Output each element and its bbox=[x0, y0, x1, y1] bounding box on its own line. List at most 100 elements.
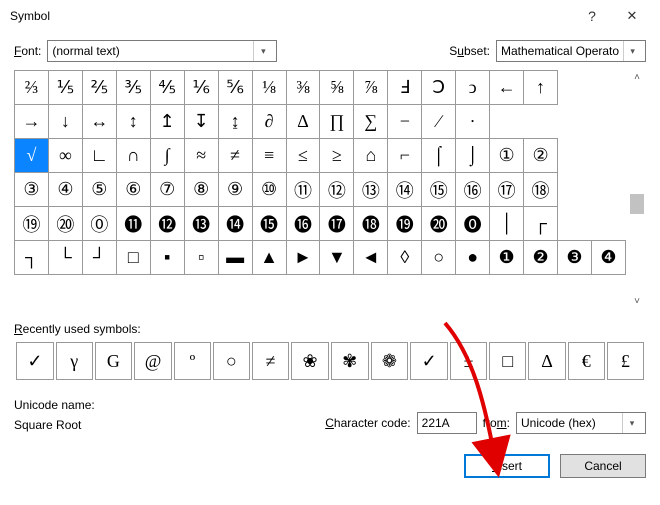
scroll-thumb[interactable] bbox=[630, 194, 644, 214]
symbol-cell[interactable]: ⑳ bbox=[48, 207, 82, 241]
symbol-cell[interactable]: ❹ bbox=[591, 241, 625, 275]
symbol-cell[interactable]: ⑮ bbox=[422, 173, 456, 207]
symbol-cell[interactable]: ⓲ bbox=[354, 207, 388, 241]
symbol-cell[interactable]: ⑬ bbox=[354, 173, 388, 207]
recent-symbol-cell[interactable]: G bbox=[95, 342, 132, 380]
symbol-cell[interactable]: ≤ bbox=[286, 139, 320, 173]
symbol-cell[interactable]: └ bbox=[48, 241, 82, 275]
symbol-cell[interactable]: ⅞ bbox=[354, 71, 388, 105]
symbol-cell[interactable]: ≥ bbox=[320, 139, 354, 173]
symbol-cell[interactable]: ⑩ bbox=[252, 173, 286, 207]
symbol-cell[interactable]: Ⅎ bbox=[388, 71, 422, 105]
symbol-cell[interactable]: ≠ bbox=[218, 139, 252, 173]
symbol-cell[interactable]: ⅘ bbox=[150, 71, 184, 105]
symbol-cell[interactable]: Ↄ bbox=[422, 71, 456, 105]
subset-combo[interactable]: Mathematical Operators ▾ bbox=[496, 40, 646, 62]
symbol-cell[interactable]: ⑤ bbox=[82, 173, 116, 207]
symbol-cell[interactable]: ∑ bbox=[354, 105, 388, 139]
symbol-cell[interactable]: ⅔ bbox=[15, 71, 49, 105]
insert-button[interactable]: Insert bbox=[464, 454, 550, 478]
symbol-cell[interactable]: ● bbox=[456, 241, 490, 275]
symbol-cell[interactable]: ≡ bbox=[252, 139, 286, 173]
recent-symbol-cell[interactable]: ± bbox=[450, 342, 487, 380]
symbol-cell[interactable]: │ bbox=[490, 207, 524, 241]
scroll-down-icon[interactable]: ˅ bbox=[630, 294, 644, 308]
symbol-cell[interactable]: ⌂ bbox=[354, 139, 388, 173]
symbol-cell[interactable]: ⅕ bbox=[48, 71, 82, 105]
from-combo[interactable]: Unicode (hex) ▾ bbox=[516, 412, 646, 434]
symbol-cell[interactable]: ⑭ bbox=[388, 173, 422, 207]
symbol-cell[interactable]: ┐ bbox=[15, 241, 49, 275]
symbol-cell[interactable]: ┌ bbox=[524, 207, 558, 241]
symbol-cell[interactable]: √ bbox=[15, 139, 49, 173]
symbol-cell[interactable]: ∩ bbox=[116, 139, 150, 173]
symbol-cell[interactable]: ① bbox=[490, 139, 524, 173]
symbol-cell[interactable]: ⅙ bbox=[184, 71, 218, 105]
symbol-cell[interactable]: ▪ bbox=[150, 241, 184, 275]
symbol-cell[interactable]: ⓫ bbox=[116, 207, 150, 241]
symbol-cell[interactable]: ↄ bbox=[456, 71, 490, 105]
recent-symbol-cell[interactable]: ❀ bbox=[291, 342, 329, 380]
symbol-cell[interactable]: ▬ bbox=[218, 241, 252, 275]
symbol-cell[interactable]: ◊ bbox=[388, 241, 422, 275]
recent-symbol-cell[interactable]: ○ bbox=[213, 342, 250, 380]
symbol-cell[interactable]: ○ bbox=[422, 241, 456, 275]
symbol-cell[interactable]: ⅖ bbox=[82, 71, 116, 105]
symbol-cell[interactable]: ↕ bbox=[116, 105, 150, 139]
symbol-cell[interactable]: ⅗ bbox=[116, 71, 150, 105]
char-code-input[interactable]: 221A bbox=[417, 412, 477, 434]
help-button[interactable]: ? bbox=[572, 2, 612, 30]
symbol-cell[interactable]: ❷ bbox=[524, 241, 558, 275]
symbol-cell[interactable]: ⓿ bbox=[456, 207, 490, 241]
cancel-button[interactable]: Cancel bbox=[560, 454, 646, 478]
symbol-cell[interactable]: ⑲ bbox=[15, 207, 49, 241]
symbol-cell[interactable]: ▲ bbox=[252, 241, 286, 275]
symbol-cell[interactable]: ⌠ bbox=[422, 139, 456, 173]
symbol-cell[interactable]: ⓴ bbox=[422, 207, 456, 241]
symbol-cell[interactable]: − bbox=[388, 105, 422, 139]
symbol-cell[interactable]: ⓮ bbox=[218, 207, 252, 241]
recent-symbols-grid[interactable]: ✓γG@º○≠❀✾❁✓±□Δ€£ bbox=[14, 340, 646, 382]
symbol-cell[interactable]: ⑥ bbox=[116, 173, 150, 207]
symbol-cell[interactable]: ❸ bbox=[558, 241, 592, 275]
symbol-cell[interactable]: ⑧ bbox=[184, 173, 218, 207]
symbol-grid[interactable]: ⅔⅕⅖⅗⅘⅙⅚⅛⅜⅝⅞ℲↃↄ←↑→↓↔↕↥↧↨∂∆∏∑−∕∙√∞∟∩∫≈≠≡≤≥… bbox=[14, 70, 626, 275]
symbol-cell[interactable]: ⓳ bbox=[388, 207, 422, 241]
symbol-cell[interactable]: ▫ bbox=[184, 241, 218, 275]
symbol-cell[interactable]: ⑪ bbox=[286, 173, 320, 207]
symbol-cell[interactable]: ⑱ bbox=[524, 173, 558, 207]
recent-symbol-cell[interactable]: @ bbox=[134, 342, 172, 380]
symbol-cell[interactable]: ⓰ bbox=[286, 207, 320, 241]
symbol-cell[interactable]: ❶ bbox=[490, 241, 524, 275]
recent-symbol-cell[interactable]: £ bbox=[607, 342, 644, 380]
symbol-cell[interactable]: ⓬ bbox=[150, 207, 184, 241]
symbol-cell[interactable]: ④ bbox=[48, 173, 82, 207]
symbol-cell[interactable]: ↥ bbox=[150, 105, 184, 139]
recent-symbol-cell[interactable]: γ bbox=[56, 342, 93, 380]
scroll-up-icon[interactable]: ˄ bbox=[630, 70, 644, 84]
symbol-cell[interactable]: ② bbox=[524, 139, 558, 173]
symbol-cell[interactable]: ⅜ bbox=[286, 71, 320, 105]
symbol-cell[interactable]: ► bbox=[286, 241, 320, 275]
close-button[interactable]: ✕ bbox=[612, 2, 652, 30]
symbol-cell[interactable]: ┘ bbox=[82, 241, 116, 275]
symbol-cell[interactable]: ↓ bbox=[48, 105, 82, 139]
symbol-cell[interactable]: ≈ bbox=[184, 139, 218, 173]
symbol-cell[interactable]: → bbox=[15, 105, 49, 139]
symbol-cell[interactable]: ↔ bbox=[82, 105, 116, 139]
recent-symbol-cell[interactable]: ❁ bbox=[371, 342, 409, 380]
symbol-cell[interactable]: ∫ bbox=[150, 139, 184, 173]
symbol-cell[interactable]: ⓪ bbox=[82, 207, 116, 241]
symbol-cell[interactable]: ∟ bbox=[82, 139, 116, 173]
symbol-cell[interactable]: ⓭ bbox=[184, 207, 218, 241]
symbol-cell[interactable]: ⑯ bbox=[456, 173, 490, 207]
symbol-cell[interactable]: ⑦ bbox=[150, 173, 184, 207]
symbol-cell[interactable]: ⑫ bbox=[320, 173, 354, 207]
symbol-cell[interactable]: ∙ bbox=[456, 105, 490, 139]
symbol-cell[interactable]: ← bbox=[490, 71, 524, 105]
symbol-cell[interactable]: □ bbox=[116, 241, 150, 275]
symbol-cell[interactable]: ↧ bbox=[184, 105, 218, 139]
symbol-cell[interactable]: ③ bbox=[15, 173, 49, 207]
symbol-cell[interactable]: ◄ bbox=[354, 241, 388, 275]
recent-symbol-cell[interactable]: ✓ bbox=[16, 342, 54, 380]
